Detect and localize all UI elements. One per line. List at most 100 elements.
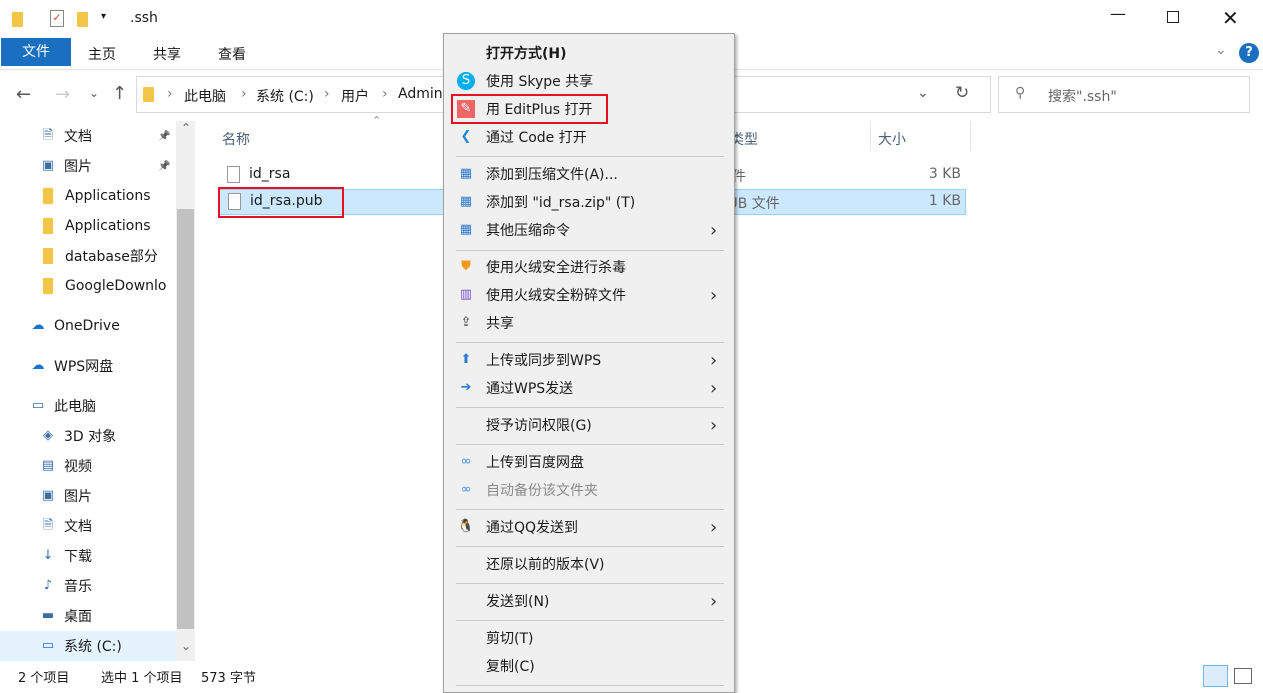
context-menu-item-label: 使用火绒安全粉碎文件 <box>486 288 626 304</box>
menu-separator <box>456 407 724 408</box>
submenu-arrow-icon: › <box>710 284 718 306</box>
back-button[interactable]: ← <box>16 84 31 105</box>
context-menu-item[interactable]: ⛊ 使用火绒安全进行杀毒 <box>444 253 736 281</box>
music-icon: ♪ <box>43 578 53 593</box>
properties-icon[interactable]: ✓ <box>50 10 64 27</box>
context-menu-item-label: 添加到 "id_rsa.zip" (T) <box>486 195 636 211</box>
context-menu-item[interactable]: ▦ 添加到压缩文件(A)... <box>444 160 736 188</box>
context-menu-item[interactable]: ▥ 使用火绒安全粉碎文件 › <box>444 281 736 309</box>
pin-icon[interactable]: 📌 <box>158 131 170 142</box>
sidebar-item[interactable]: database部分 <box>0 241 176 271</box>
recent-locations-icon[interactable]: ⌄ <box>89 86 99 100</box>
sidebar-item[interactable]: ↓ 下载 <box>0 541 176 571</box>
submenu-arrow-icon: › <box>710 590 718 612</box>
context-menu-item-label: 共享 <box>486 316 514 332</box>
details-view-button[interactable] <box>1203 665 1228 687</box>
context-menu-item[interactable]: ▦ 其他压缩命令 › <box>444 216 736 244</box>
context-menu-item[interactable]: ∞ 自动备份该文件夹 <box>444 476 736 504</box>
context-menu-item[interactable]: S 使用 Skype 共享 <box>444 67 736 95</box>
ribbon-tab-file[interactable]: 文件 <box>1 38 71 66</box>
context-menu-item[interactable]: ∞ 上传到百度网盘 <box>444 448 736 476</box>
sidebar-item[interactable]: ♪ 音乐 <box>0 571 176 601</box>
scrollbar-thumb[interactable] <box>177 209 194 629</box>
file-icon <box>227 166 240 183</box>
minimize-button[interactable]: — <box>1110 4 1126 23</box>
sidebar-item[interactable]: ▤ 视频 <box>0 451 176 481</box>
context-menu-item-label: 剪切(T) <box>486 631 534 647</box>
sidebar-item[interactable]: ▬ 桌面 <box>0 601 176 631</box>
breadcrumb-item[interactable]: 此电脑 <box>184 86 226 106</box>
context-menu-item-label: 通过 Code 打开 <box>486 130 587 146</box>
ribbon-tab-home[interactable]: 主页 <box>88 44 116 64</box>
sort-indicator-icon: ⌃ <box>372 114 382 127</box>
context-menu-item-label: 复制(C) <box>486 659 535 675</box>
sidebar-item[interactable]: ◈ 3D 对象 <box>0 421 176 451</box>
sidebar-item[interactable]: ▭ 此电脑 <box>0 391 176 421</box>
up-button[interactable]: ↑ <box>112 83 127 104</box>
context-menu-item[interactable]: 打开方式(H) <box>444 39 736 67</box>
scroll-down-icon[interactable]: ⌄ <box>181 639 191 653</box>
computer-icon: ▭ <box>31 398 45 413</box>
sidebar-item[interactable]: 🗎 文档 <box>0 511 176 541</box>
context-menu-item[interactable]: 复制(C) <box>444 652 736 680</box>
breadcrumb-item[interactable]: Admin <box>398 86 443 102</box>
sidebar-item[interactable]: ☁ OneDrive <box>0 311 176 341</box>
maximize-button[interactable] <box>1167 11 1179 23</box>
sidebar-item[interactable]: Applications <box>0 211 176 241</box>
context-menu-item[interactable]: ❮ 通过 Code 打开 <box>444 123 736 151</box>
sidebar-item[interactable]: GoogleDownlo <box>0 271 176 301</box>
sidebar-item-label: database部分 <box>65 249 158 265</box>
context-menu-item-label: 打开方式(H) <box>486 46 567 62</box>
sidebar-item[interactable]: ▣ 图片 📌 <box>0 151 176 181</box>
context-menu-item[interactable]: ⇪ 共享 <box>444 309 736 337</box>
quick-access-dropdown-icon[interactable]: ▾ <box>101 11 106 22</box>
sidebar-item[interactable]: Applications <box>0 181 176 211</box>
breadcrumb-item[interactable]: 系统 (C:) <box>256 86 314 106</box>
search-placeholder: 搜索".ssh" <box>1048 89 1117 105</box>
large-icons-view-button[interactable] <box>1234 668 1252 684</box>
close-button[interactable]: ✕ <box>1222 6 1239 30</box>
vscode-icon: ❮ <box>460 129 472 144</box>
file-size: 3 KB <box>928 166 961 182</box>
help-icon[interactable]: ? <box>1239 43 1259 63</box>
address-dropdown-icon[interactable]: ⌄ <box>917 85 929 101</box>
context-menu-item[interactable]: 还原以前的版本(V) <box>444 550 736 578</box>
forward-button[interactable]: → <box>55 84 70 105</box>
folder-icon <box>143 87 154 102</box>
refresh-button[interactable]: ↻ <box>955 83 969 103</box>
sidebar-item[interactable]: 🗎 文档 📌 <box>0 121 176 151</box>
search-input[interactable]: ⚲ 搜索".ssh" <box>998 76 1250 113</box>
archive-icon: ▦ <box>459 222 473 237</box>
breadcrumb-item[interactable]: 用户 <box>341 86 369 106</box>
context-menu-item[interactable]: ▦ 添加到 "id_rsa.zip" (T) <box>444 188 736 216</box>
context-menu-item[interactable]: 授予访问权限(G) › <box>444 411 736 439</box>
context-menu-item[interactable]: 发送到(N) › <box>444 587 736 615</box>
context-menu-item[interactable]: ⬆ 上传或同步到WPS › <box>444 346 736 374</box>
context-menu-item[interactable]: 剪切(T) <box>444 624 736 652</box>
qq-icon: 🐧 <box>457 519 475 534</box>
menu-separator <box>456 583 724 584</box>
window-title: .ssh <box>130 10 158 26</box>
pin-icon[interactable]: 📌 <box>158 161 170 172</box>
expand-ribbon-icon[interactable]: ⌄ <box>1215 42 1227 58</box>
sidebar-scrollbar[interactable]: ⌃ ⌄ <box>176 121 195 661</box>
menu-separator <box>456 509 724 510</box>
scroll-up-icon[interactable]: ⌃ <box>181 121 191 135</box>
breadcrumb-separator: › <box>382 86 388 102</box>
shredder-icon: ▥ <box>459 287 473 302</box>
ribbon-tab-share[interactable]: 共享 <box>153 44 181 64</box>
column-header-name[interactable]: 名称 <box>222 129 250 149</box>
context-menu: 打开方式(H) S 使用 Skype 共享 ✎ 用 EditPlus 打开 ❮ 通过 Cod… <box>443 33 735 693</box>
new-folder-icon[interactable] <box>77 12 88 27</box>
sidebar-item[interactable]: ▣ 图片 <box>0 481 176 511</box>
column-header-size[interactable]: 大小 <box>878 129 906 149</box>
sidebar-item[interactable]: ▭ 系统 (C:) <box>0 631 176 661</box>
context-menu-item[interactable]: ➔ 通过WPS发送 › <box>444 374 736 402</box>
sidebar-item[interactable]: ☁ WPS网盘 <box>0 351 176 381</box>
context-menu-item-label: 使用火绒安全进行杀毒 <box>486 260 626 276</box>
context-menu-item[interactable]: 🐧 通过QQ发送到 › <box>444 513 736 541</box>
status-selected: 选中 1 个项目 <box>101 671 183 686</box>
context-menu-item-label: 其他压缩命令 <box>486 223 570 239</box>
ribbon-tab-view[interactable]: 查看 <box>218 44 246 64</box>
context-menu-item-label: 使用 Skype 共享 <box>486 74 594 90</box>
